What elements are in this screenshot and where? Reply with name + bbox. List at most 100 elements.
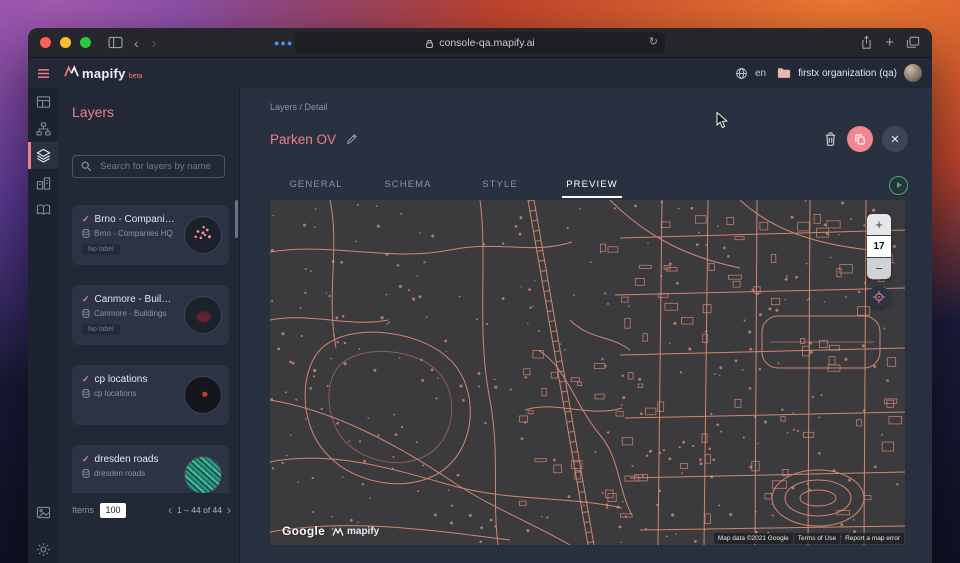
- search-input[interactable]: [98, 160, 216, 173]
- zoom-level: 17: [867, 236, 891, 257]
- edit-title-button[interactable]: [346, 133, 358, 145]
- image-icon: [36, 506, 51, 519]
- reload-icon[interactable]: ↻: [649, 35, 658, 48]
- duplicate-layer-button[interactable]: [847, 126, 873, 152]
- layer-card[interactable]: ✓Canmore - Buil… Canmore - Buildings No …: [72, 285, 229, 345]
- address-bar[interactable]: console-qa.mapify.ai ↻: [295, 32, 665, 54]
- language-selector[interactable]: en: [755, 68, 766, 79]
- layer-subtitle: Brno - Companies HQ: [94, 229, 173, 238]
- detail-view: Layers / Detail Parken OV: [240, 88, 932, 563]
- layer-subtitle: cp locations: [94, 389, 136, 398]
- breadcrumb[interactable]: Layers / Detail: [270, 102, 328, 112]
- city-icon: [36, 176, 51, 190]
- zoom-out-button[interactable]: −: [867, 258, 891, 279]
- window-minimize-button[interactable]: [60, 37, 71, 48]
- icon-rail: [28, 88, 58, 563]
- sidebar-item-atlas[interactable]: [28, 196, 58, 223]
- locate-button[interactable]: [868, 286, 890, 308]
- layer-thumbnail: [184, 376, 222, 414]
- layer-badge: No label: [82, 324, 120, 335]
- window-zoom-button[interactable]: [80, 37, 91, 48]
- browser-toolbar: ‹ › ●●● console-qa.mapify.ai ↻ +: [28, 28, 932, 58]
- layer-search[interactable]: [72, 155, 225, 178]
- browser-window: ‹ › ●●● console-qa.mapify.ai ↻ +: [28, 28, 932, 563]
- user-avatar[interactable]: [904, 64, 922, 82]
- trash-icon: [823, 131, 838, 147]
- layer-card[interactable]: ✓ dresden roads dresden roads: [72, 445, 229, 493]
- check-icon: ✓: [82, 214, 90, 225]
- terms-link[interactable]: Terms of Use: [794, 533, 840, 544]
- window-close-button[interactable]: [40, 37, 51, 48]
- mapify-watermark-text: mapify: [347, 526, 379, 537]
- sidebar-item-hierarchy[interactable]: [28, 115, 58, 142]
- layer-title: Parken OV: [270, 132, 336, 147]
- close-icon: ✕: [890, 133, 899, 146]
- layer-badge: No label: [82, 244, 120, 255]
- layers-icon: [36, 148, 51, 163]
- organization-folder-icon: [777, 67, 791, 79]
- logo-text: mapify: [82, 66, 126, 81]
- sidebar-item-gallery[interactable]: [28, 499, 58, 526]
- table-icon: [36, 95, 51, 109]
- report-error-link[interactable]: Report a map error: [841, 533, 904, 544]
- map-canvas[interactable]: + 17 − Google mapify Map data ©2021 Goog…: [270, 200, 905, 545]
- zoom-control: + 17 −: [867, 214, 891, 279]
- items-label: Items: [72, 505, 94, 515]
- database-icon: [82, 309, 90, 318]
- menu-hamburger-icon[interactable]: [28, 68, 58, 79]
- delete-layer-button[interactable]: [823, 131, 838, 147]
- panel-scrollbar[interactable]: [235, 200, 238, 238]
- lock-icon: [425, 38, 434, 49]
- copy-icon: [854, 133, 866, 145]
- close-detail-button[interactable]: ✕: [882, 126, 908, 152]
- layer-subtitle: Canmore - Buildings: [94, 309, 166, 318]
- tab-schema[interactable]: SCHEMA: [362, 172, 454, 198]
- sidebar-item-layers[interactable]: [28, 142, 58, 169]
- sidebar-item-settings[interactable]: [28, 536, 58, 563]
- next-page-icon[interactable]: ›: [227, 504, 231, 516]
- check-icon: ✓: [82, 454, 90, 465]
- globe-icon[interactable]: [735, 67, 748, 80]
- sidebar-toggle-icon[interactable]: [108, 34, 123, 52]
- layer-thumbnail: [184, 296, 222, 334]
- panel-footer: Items ‹ 1 – 44 of 44 ›: [58, 493, 239, 527]
- map-attribution: Map data ©2021 Google Terms of Use Repor…: [714, 533, 904, 544]
- mapify-app: mapify beta en firstx organization (qa): [28, 58, 932, 563]
- tab-general[interactable]: GENERAL: [270, 172, 362, 198]
- share-icon[interactable]: [860, 34, 873, 52]
- panel-title: Layers: [72, 104, 114, 120]
- map-graphic: [270, 200, 905, 545]
- layer-subtitle: dresden roads: [94, 469, 145, 478]
- mapify-watermark-icon: [332, 527, 344, 537]
- layers-panel: Layers ✓ Brno - Compani… Brno - Companies…: [58, 88, 240, 563]
- items-per-page-input[interactable]: [100, 503, 126, 518]
- search-icon: [81, 161, 92, 172]
- sidebar-item-datasets[interactable]: [28, 88, 58, 115]
- book-map-icon: [36, 203, 51, 216]
- check-icon: ✓: [82, 294, 90, 305]
- pagination-text: 1 – 44 of 44: [177, 505, 222, 515]
- prev-page-icon[interactable]: ‹: [168, 504, 172, 516]
- sidebar-item-buildings[interactable]: [28, 169, 58, 196]
- publish-button[interactable]: [889, 176, 908, 195]
- new-tab-icon[interactable]: +: [885, 35, 894, 50]
- back-button[interactable]: ‹: [132, 36, 141, 50]
- tab-style[interactable]: STYLE: [454, 172, 546, 198]
- layer-name: Brno - Compani…: [95, 214, 175, 225]
- layer-name: dresden roads: [95, 454, 159, 465]
- forward-button[interactable]: ›: [150, 36, 159, 50]
- layer-card[interactable]: ✓ cp locations cp locations: [72, 365, 229, 425]
- tab-overview-icon[interactable]: [906, 34, 920, 52]
- organization-selector[interactable]: firstx organization (qa): [798, 68, 897, 79]
- zoom-in-button[interactable]: +: [867, 214, 891, 235]
- layer-name: cp locations: [95, 374, 148, 385]
- tab-preview[interactable]: PREVIEW: [546, 172, 638, 198]
- check-icon: ✓: [82, 374, 90, 385]
- layer-card[interactable]: ✓ Brno - Compani… Brno - Companies HQ No …: [72, 205, 229, 265]
- desktop: ‹ › ●●● console-qa.mapify.ai ↻ +: [0, 0, 960, 563]
- mapify-watermark: mapify: [332, 526, 379, 537]
- extension-dots-icon[interactable]: ●●●: [274, 38, 293, 48]
- app-topbar: mapify beta en firstx organization (qa): [28, 58, 932, 88]
- org-chart-icon: [36, 122, 51, 136]
- google-logo[interactable]: Google: [282, 524, 325, 538]
